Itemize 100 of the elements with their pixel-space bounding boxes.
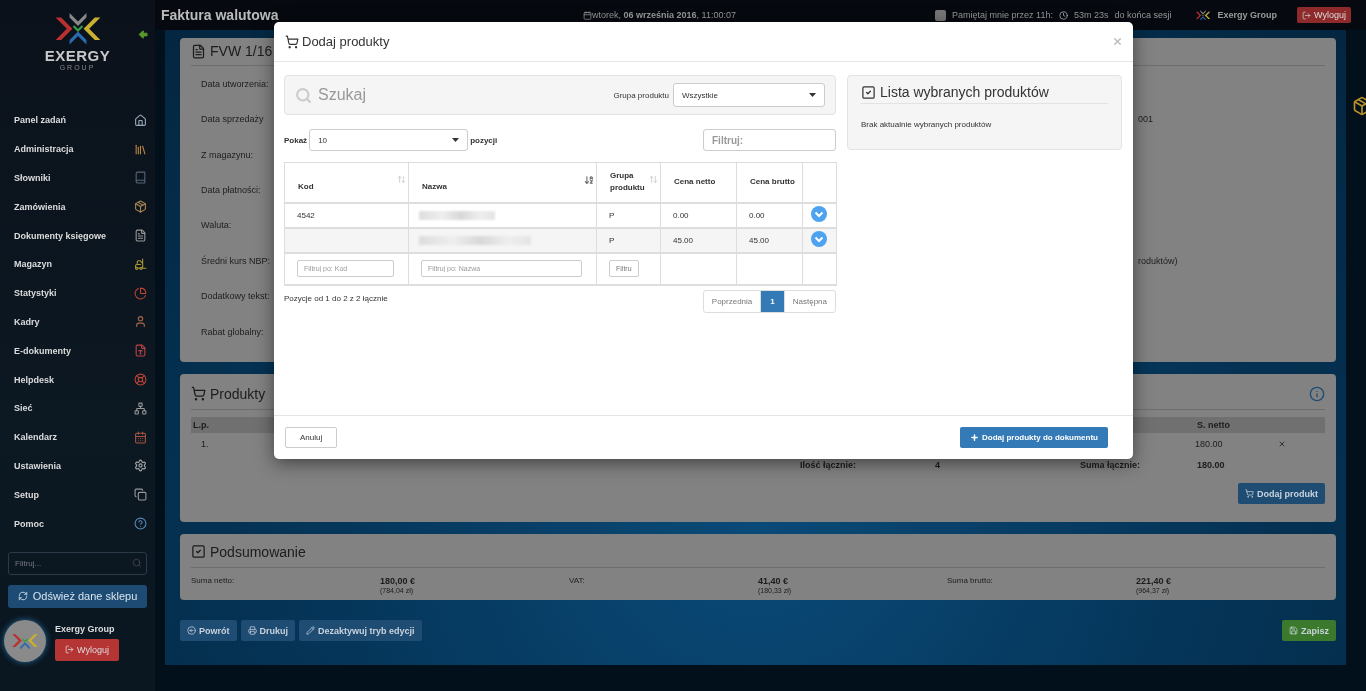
page-title: Faktura walutowa [161,7,280,23]
network-icon [134,401,147,415]
chevron-down-circle-icon[interactable] [811,231,827,247]
close-button[interactable] [1112,36,1123,47]
previous-page-button[interactable]: Poprzednia [702,289,762,313]
field-label: Z magazynu: [201,149,254,160]
remember-checkbox[interactable] [935,9,947,21]
info-icon[interactable] [1309,385,1325,402]
column-header[interactable]: Cena netto [660,162,737,203]
sidebar-item[interactable]: Pomoc [0,509,155,538]
plus-icon [970,433,979,442]
total-value: 4 [935,460,941,470]
field-label: Data płatności: [201,185,261,196]
filter-field[interactable]: Filtruj: [703,129,836,151]
logout-button[interactable]: Wyloguj [55,638,119,661]
summary-label: Suma brutto: [947,576,993,585]
sidebar-item[interactable]: Administracja [0,134,155,164]
package-add-icon [1352,96,1366,116]
pie-chart-icon [134,286,147,300]
save-button[interactable]: Zapisz [1282,620,1336,641]
total-value: 180.00 [1197,460,1226,470]
sidebar-item[interactable]: Kadry [0,307,155,337]
remember-label: Pamiętaj mnie przez 11h: [952,10,1053,20]
search-bar[interactable]: Szukaj Grupa produktu Wszystkie [284,75,836,115]
sidebar-item[interactable]: Helpdesk [0,365,155,394]
summary-label: VAT: [569,576,585,585]
user-logo-icon [1193,9,1212,21]
dialog-title: Dodaj produkty [285,34,390,49]
house-icon [134,113,147,127]
close-icon [1112,36,1123,47]
pagination-info: Pozycje od 1 do 2 z 2 łącznie [284,293,388,303]
cancel-button[interactable]: Anuluj [285,427,338,448]
total-label: Ilość łącznie: [800,460,858,470]
checkbox-icon [861,84,876,100]
pdf-file-icon [134,344,147,358]
add-to-document-button[interactable]: Dodaj produkty do dokumentu [960,427,1108,448]
action-button[interactable]: Dezaktywuj tryb edycji [299,620,422,641]
settings-icon [134,459,147,473]
caret-icon [452,138,460,142]
search-field[interactable]: Szukaj [316,85,614,105]
help-icon [134,517,147,531]
sidebar-item[interactable]: Słowniki [0,163,155,193]
field-label: Średni kurs NBP: [201,255,271,266]
action-button[interactable]: Powrót [180,620,237,641]
group-label: Grupa produktu [613,90,669,100]
field-value: 001 [1138,114,1154,125]
sidebar-filter-field[interactable]: Filtruj... [8,551,147,575]
selected-products-title: Lista wybranych produktów [861,84,1108,104]
panel-title: Podsumowanie [191,543,306,560]
summary-label: Suma netto: [191,576,235,585]
sidebar-item[interactable]: Panel zadań [0,106,155,135]
page-button[interactable]: 1 [760,289,785,313]
summary-value: 41,40 € [758,576,789,586]
sidebar-item[interactable]: E-dokumenty [0,336,155,366]
sidebar-item[interactable]: Zamówienia [0,192,155,222]
search-icon [295,86,312,104]
field-label: Data utworzenia: [201,78,269,89]
user-name: Exergy Group [1217,10,1278,20]
column-header[interactable]: Cena brutto [736,162,803,203]
cart-icon [285,34,299,49]
column-header[interactable]: Kod [284,162,409,203]
refresh-button[interactable]: Odśwież dane sklepu [8,584,147,608]
sidebar-filter-input[interactable]: Filtruj... [13,557,123,569]
field-label: Data sprzedaży [201,114,264,125]
action-button[interactable]: Drukuj [240,620,295,641]
logout-button[interactable]: Wyloguj [1297,7,1351,23]
sidebar-item[interactable]: Kalendarz [0,422,155,452]
date-text: wtorek, 06 września 2016, 11:00:07 [592,10,736,20]
summary-value: 180,00 € [380,576,416,586]
search-icon [132,558,142,569]
document-icon [191,43,206,59]
calendar-icon [583,10,592,20]
field-label: Dodatkowy tekst: [201,291,270,302]
chevron-down-circle-icon[interactable] [811,206,827,222]
cart-icon [1245,489,1254,498]
save-icon [1289,626,1298,635]
panel-title: Produkty [191,385,266,402]
table-cell-text: 180.00 [1195,439,1224,449]
next-page-button[interactable]: Następna [783,289,836,313]
column-header[interactable]: Grupa produktu [596,162,661,203]
group-select[interactable]: Wszystkie [673,83,825,107]
sidebar-item[interactable]: Magazyn [0,250,155,279]
remove-icon[interactable] [1278,440,1286,448]
sidebar-item[interactable]: Dokumenty księgowe [0,221,155,250]
refresh-icon [17,591,28,602]
caret-icon [809,93,816,97]
collapse-arrow-icon[interactable] [138,29,149,40]
add-product-button[interactable]: Dodaj produkt [1238,483,1325,504]
cart-icon [191,386,206,401]
sidebar-item[interactable]: Setup [0,480,155,510]
sidebar-item[interactable]: Ustawienia [0,451,155,481]
sidebar-item[interactable]: Statystyki [0,278,155,308]
column-header[interactable]: Nazwa [408,162,597,203]
table-cell: 4542 [284,202,409,228]
forklift-icon [134,257,147,271]
sidebar-item[interactable]: Sieć [0,393,155,423]
clock-icon [1058,10,1068,20]
page-size-select[interactable]: 10 [309,129,469,151]
files-icon [134,488,147,502]
person-icon [134,315,147,329]
